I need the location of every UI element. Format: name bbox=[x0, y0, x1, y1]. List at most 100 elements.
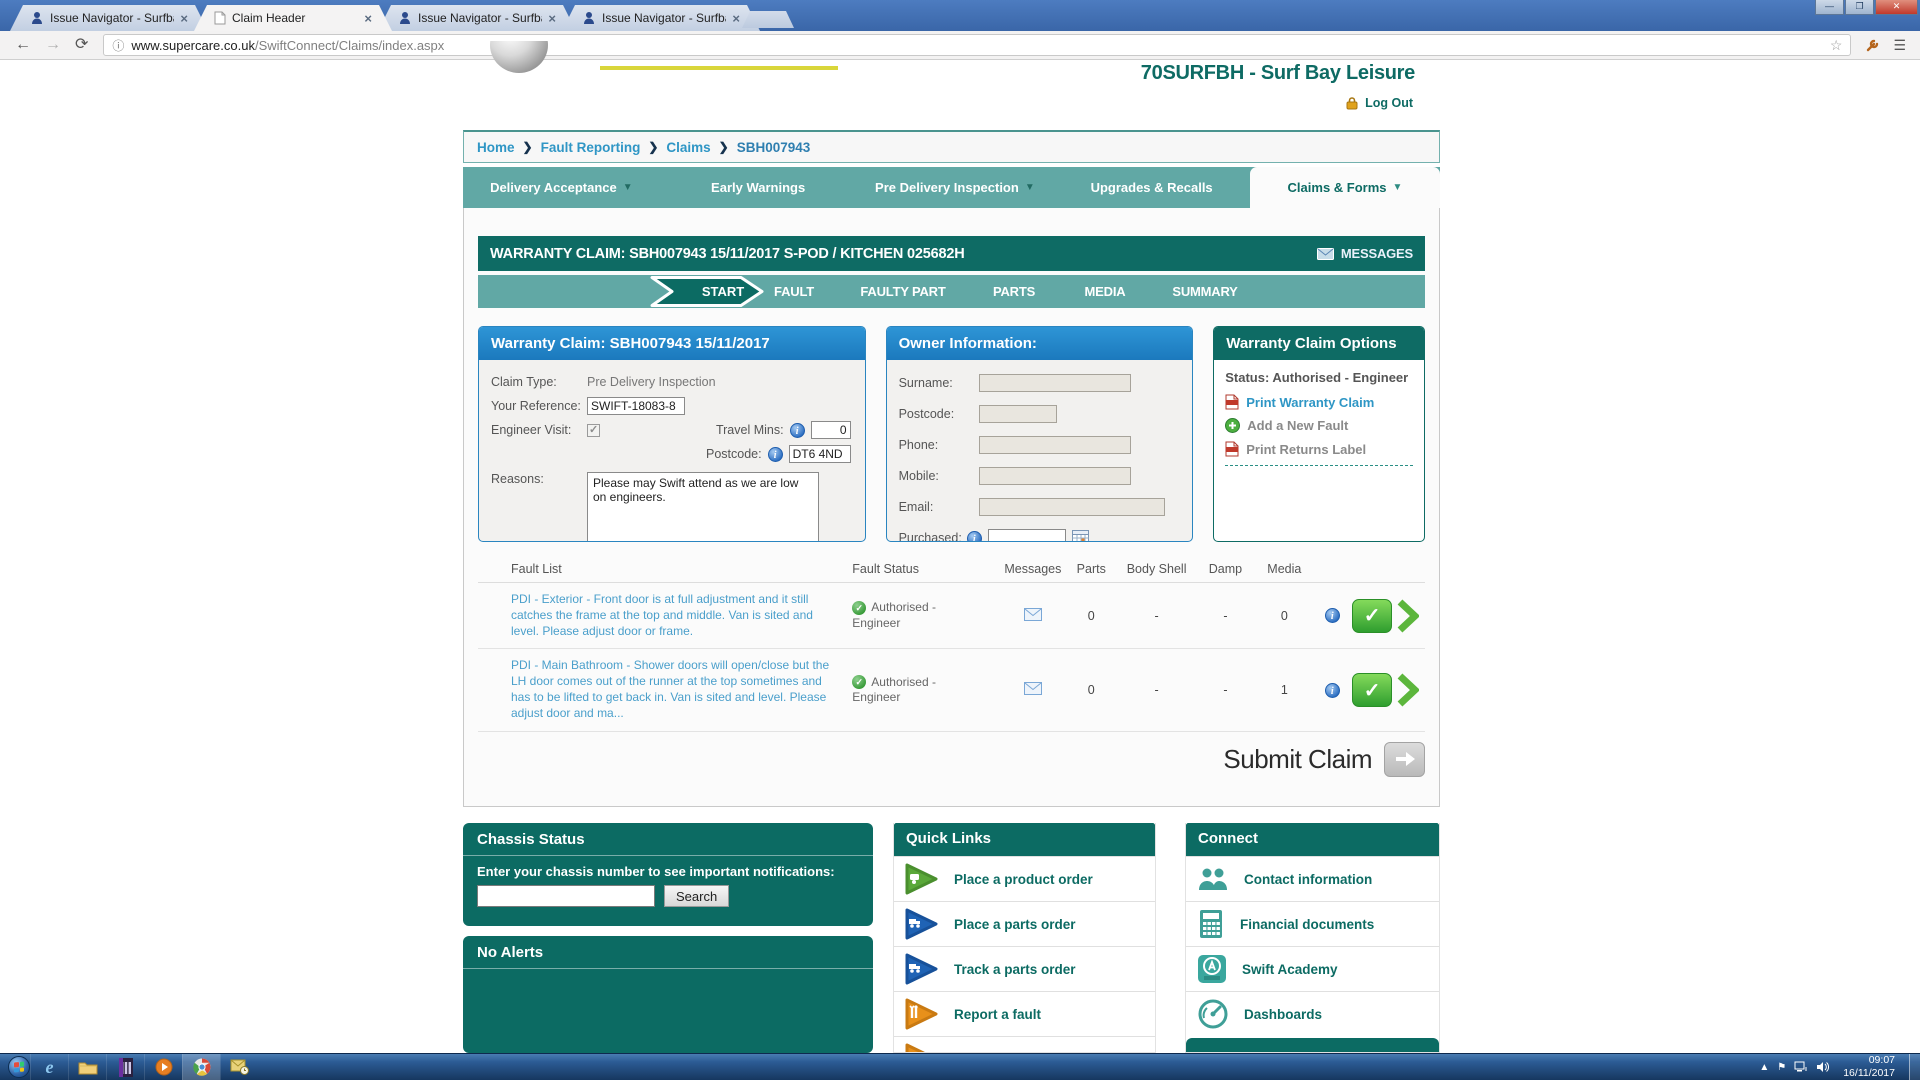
nav-upgrades-recalls[interactable]: Upgrades & Recalls bbox=[1053, 167, 1250, 208]
chassis-number-input[interactable] bbox=[477, 885, 655, 907]
clock-date: 16/11/2017 bbox=[1843, 1067, 1895, 1080]
chassis-search-button[interactable]: Search bbox=[664, 885, 729, 907]
tab-close-icon[interactable]: × bbox=[180, 11, 188, 26]
messages-button[interactable]: MESSAGES bbox=[1317, 246, 1413, 261]
wizard-step-summary[interactable]: SUMMARY bbox=[1172, 275, 1237, 308]
taskbar-outlook-icon[interactable] bbox=[220, 1054, 258, 1081]
message-cell[interactable] bbox=[1002, 682, 1064, 698]
browser-tab-2-active[interactable]: Claim Header × bbox=[194, 5, 392, 31]
email-input[interactable] bbox=[979, 498, 1165, 516]
taskbar-chrome-icon[interactable] bbox=[182, 1054, 220, 1081]
window-maximize-button[interactable]: ❐ bbox=[1845, 0, 1874, 15]
tray-expand-icon[interactable]: ▲ bbox=[1759, 1062, 1769, 1073]
phone-input[interactable] bbox=[979, 436, 1131, 454]
show-desktop-button[interactable] bbox=[1909, 1054, 1920, 1081]
browser-tab-3[interactable]: Issue Navigator - Surfba × bbox=[378, 5, 576, 31]
reasons-textarea[interactable]: Please may Swift attend as we are low on… bbox=[587, 472, 819, 542]
back-button[interactable]: ← bbox=[15, 37, 31, 53]
taskbar-ie-icon[interactable]: e bbox=[30, 1054, 68, 1081]
wizard-step-start[interactable]: START bbox=[683, 275, 763, 308]
page-info-icon[interactable]: ⓘ bbox=[112, 37, 124, 54]
info-icon[interactable]: i bbox=[1325, 608, 1340, 623]
open-fault-arrow-icon[interactable] bbox=[1396, 673, 1419, 707]
col-fault-status: Fault Status bbox=[852, 562, 1002, 576]
connect-swift-academy[interactable]: Swift Academy bbox=[1186, 946, 1439, 991]
calendar-icon[interactable] bbox=[1072, 530, 1089, 542]
info-icon[interactable]: i bbox=[790, 423, 805, 438]
info-icon[interactable]: i bbox=[1325, 683, 1340, 698]
breadcrumb-home[interactable]: Home bbox=[477, 140, 515, 155]
approve-fault-button[interactable]: ✓ bbox=[1352, 599, 1392, 633]
submit-claim-button[interactable] bbox=[1384, 742, 1425, 777]
taskbar-clock[interactable]: 09:07 16/11/2017 bbox=[1843, 1054, 1895, 1080]
chassis-status-title: Chassis Status bbox=[463, 823, 873, 855]
print-returns-label-link[interactable]: Print Returns Label bbox=[1225, 441, 1413, 457]
wizard-step-media[interactable]: MEDIA bbox=[1085, 275, 1126, 308]
damp-value: - bbox=[1195, 609, 1257, 623]
owner-postcode-input[interactable] bbox=[979, 405, 1057, 423]
tray-flag-icon[interactable]: ⚑ bbox=[1777, 1062, 1786, 1073]
breadcrumb-fault-reporting[interactable]: Fault Reporting bbox=[541, 140, 641, 155]
message-cell[interactable] bbox=[1002, 608, 1064, 624]
nav-delivery-acceptance[interactable]: Delivery Acceptance▼ bbox=[463, 167, 660, 208]
connect-contact-information[interactable]: Contact information bbox=[1186, 856, 1439, 901]
window-minimize-button[interactable]: — bbox=[1815, 0, 1844, 15]
breadcrumb: Home ❯ Fault Reporting ❯ Claims ❯ SBH007… bbox=[463, 130, 1440, 163]
tray-volume-icon[interactable] bbox=[1816, 1061, 1829, 1073]
nav-early-warnings[interactable]: Early Warnings bbox=[660, 167, 857, 208]
tab-title: Issue Navigator - Surfba bbox=[418, 11, 542, 25]
address-bar[interactable]: ⓘ www.supercare.co.uk/SwiftConnect/Claim… bbox=[103, 34, 1851, 56]
quick-link-product-order[interactable]: Place a product order bbox=[894, 856, 1155, 901]
nav-claims-forms-active[interactable]: Claims & Forms▼ bbox=[1250, 167, 1440, 208]
browser-tab-4[interactable]: Issue Navigator - Surfba × bbox=[562, 5, 760, 31]
logout-link[interactable]: Log Out bbox=[1345, 96, 1413, 110]
connect-financial-documents[interactable]: Financial documents bbox=[1186, 901, 1439, 946]
chevron-right-icon: ❯ bbox=[719, 140, 729, 154]
breadcrumb-claims[interactable]: Claims bbox=[666, 140, 710, 155]
tray-network-icon[interactable] bbox=[1794, 1061, 1808, 1073]
tab-close-icon[interactable]: × bbox=[548, 11, 556, 26]
engineer-visit-checkbox[interactable] bbox=[587, 424, 600, 437]
surname-input[interactable] bbox=[979, 374, 1131, 392]
envelope-icon[interactable] bbox=[1024, 608, 1042, 621]
wizard-step-fault[interactable]: FAULT bbox=[774, 275, 814, 308]
taskbar-app-icon[interactable] bbox=[106, 1054, 144, 1081]
nav-pre-delivery-inspection[interactable]: Pre Delivery Inspection▼ bbox=[857, 167, 1054, 208]
wizard-step-parts[interactable]: PARTS bbox=[993, 275, 1035, 308]
new-tab-button[interactable] bbox=[742, 11, 794, 28]
open-fault-arrow-icon[interactable] bbox=[1396, 599, 1419, 633]
bookmark-star-icon[interactable]: ☆ bbox=[1830, 37, 1843, 54]
tab-close-icon[interactable]: × bbox=[364, 11, 372, 26]
connect-dashboards[interactable]: Dashboards bbox=[1186, 991, 1439, 1036]
menu-icon[interactable]: ☰ bbox=[1893, 37, 1906, 54]
fault-description-link[interactable]: PDI - Exterior - Front door is at full a… bbox=[478, 592, 852, 639]
forward-button[interactable]: → bbox=[45, 37, 61, 53]
travel-mins-input[interactable] bbox=[811, 421, 851, 439]
purchased-input[interactable] bbox=[988, 529, 1066, 542]
add-new-fault-link[interactable]: Add a New Fault bbox=[1225, 418, 1413, 433]
info-icon[interactable]: i bbox=[967, 531, 982, 543]
print-warranty-claim-link[interactable]: Print Warranty Claim bbox=[1225, 394, 1413, 410]
start-button[interactable] bbox=[8, 1056, 30, 1078]
postcode-input[interactable] bbox=[789, 445, 851, 463]
tab-close-icon[interactable]: × bbox=[732, 11, 740, 26]
travel-mins-label: Travel Mins: bbox=[716, 423, 784, 437]
approve-fault-button[interactable]: ✓ bbox=[1352, 673, 1392, 707]
browser-tab-1[interactable]: Issue Navigator - Surfba × bbox=[10, 5, 208, 31]
window-close-button[interactable]: ✕ bbox=[1875, 0, 1918, 15]
quick-link-parts-order[interactable]: Place a parts order bbox=[894, 901, 1155, 946]
wizard-step-faulty-part[interactable]: FAULTY PART bbox=[860, 275, 945, 308]
extension-icon[interactable] bbox=[1865, 37, 1881, 53]
reference-input[interactable] bbox=[587, 397, 685, 415]
quick-link-report-fault[interactable]: Report a fault bbox=[894, 991, 1155, 1036]
quick-link-track-order[interactable]: Track a parts order bbox=[894, 946, 1155, 991]
mobile-input[interactable] bbox=[979, 467, 1131, 485]
chevron-down-icon: ▼ bbox=[1025, 182, 1035, 193]
info-icon[interactable]: i bbox=[768, 447, 783, 462]
envelope-icon[interactable] bbox=[1024, 682, 1042, 695]
owner-postcode-label: Postcode: bbox=[899, 407, 979, 421]
taskbar-media-player-icon[interactable] bbox=[144, 1054, 182, 1081]
taskbar-explorer-icon[interactable] bbox=[68, 1054, 106, 1081]
refresh-button[interactable]: ⟳ bbox=[75, 37, 88, 53]
fault-description-link[interactable]: PDI - Main Bathroom - Shower doors will … bbox=[478, 658, 852, 721]
